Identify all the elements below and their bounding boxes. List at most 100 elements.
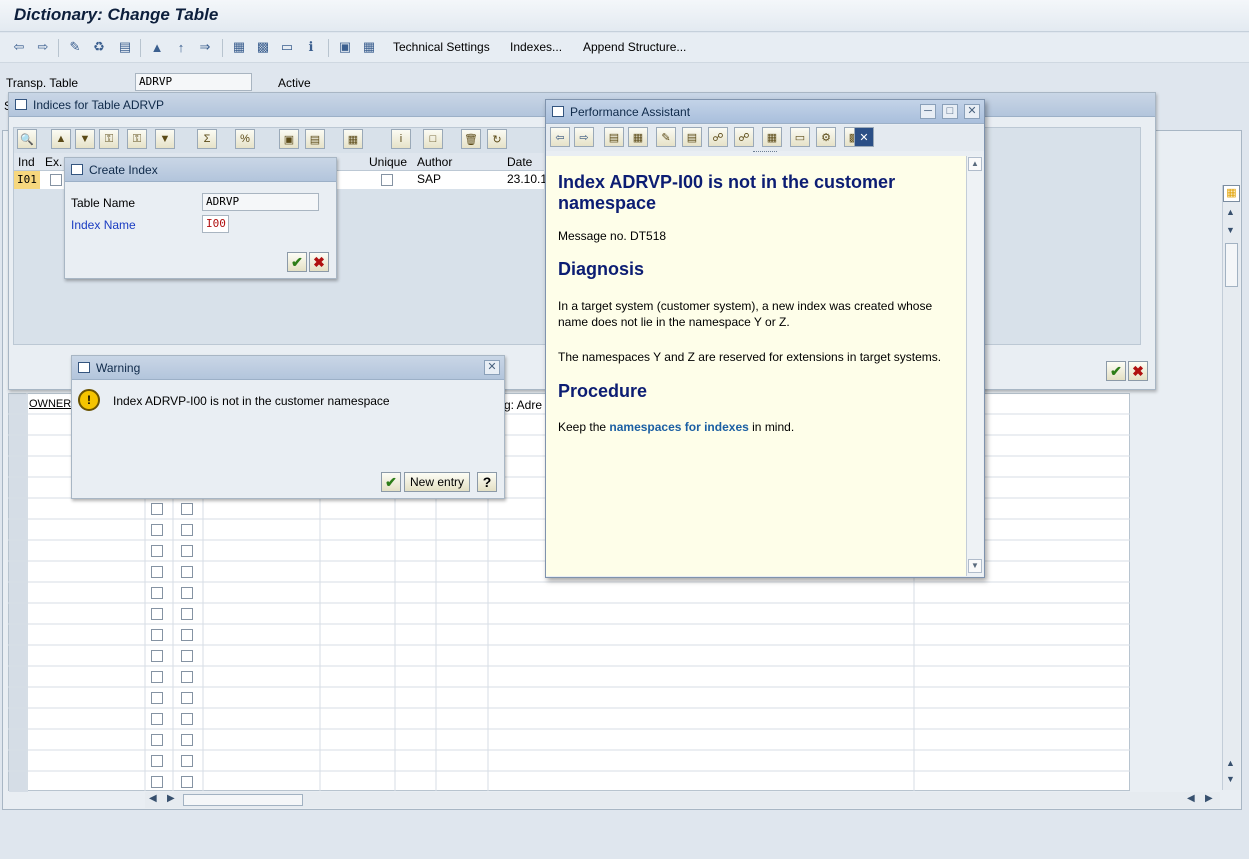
grid-checkbox[interactable] [151, 755, 163, 767]
grid-checkbox[interactable] [151, 608, 163, 620]
index-name-input[interactable]: I00 [202, 215, 229, 233]
grid-checkbox[interactable] [181, 692, 193, 704]
refresh-icon[interactable]: ↻ [487, 129, 507, 149]
activate-icon[interactable]: ▲ [148, 38, 166, 56]
grid-checkbox[interactable] [181, 755, 193, 767]
layout-icon[interactable]: ▦ [343, 129, 363, 149]
grid-checkbox[interactable] [151, 692, 163, 704]
fields-vertical-scrollbar[interactable]: ▦ ▲ ▼ ▲ ▼ [1222, 185, 1240, 790]
grid-checkbox[interactable] [151, 503, 163, 515]
pa-back-icon[interactable]: ⇦ [550, 127, 570, 147]
grid-checkbox[interactable] [151, 524, 163, 536]
pa-edit-icon[interactable]: ✎ [656, 127, 676, 147]
find-icon[interactable]: ⚿ [99, 129, 119, 149]
where-used-icon[interactable]: ↑ [172, 38, 190, 56]
pa-vertical-scrollbar[interactable]: ▲ ▼ [966, 156, 983, 576]
grid-checkbox[interactable] [181, 713, 193, 725]
details-icon[interactable]: 🔍 [17, 129, 37, 149]
scroll-down-bottom-icon[interactable]: ▼ [1226, 774, 1235, 784]
grid-checkbox[interactable] [181, 587, 193, 599]
subtotal-icon[interactable]: % [235, 129, 255, 149]
minimize-button[interactable]: ─ [920, 104, 936, 119]
scroll-thumb[interactable] [1225, 243, 1238, 287]
indexes-button[interactable]: Indexes... [510, 40, 562, 54]
grid-checkbox[interactable] [151, 734, 163, 746]
append-structure-button[interactable]: Append Structure... [583, 40, 686, 54]
column-config-icon[interactable]: ▦ [1223, 185, 1240, 202]
maximize-button[interactable]: □ [942, 104, 958, 119]
grid-checkbox[interactable] [181, 650, 193, 662]
display-change-icon[interactable]: ✎ [66, 38, 84, 56]
create-icon[interactable]: □ [423, 129, 443, 149]
scroll-up-icon[interactable]: ▲ [1226, 207, 1235, 217]
scroll-left-end-icon[interactable]: ◀ [1187, 793, 1195, 804]
grid-checkbox[interactable] [151, 566, 163, 578]
delete-icon[interactable]: 🗑 [461, 129, 481, 149]
pa-book-icon[interactable]: ▤ [604, 127, 624, 147]
fields-horizontal-scrollbar[interactable]: ◀ ▶ ◀ ▶ [145, 792, 1220, 808]
pa-scroll-up-icon[interactable]: ▲ [968, 157, 982, 171]
scroll-up-bottom-icon[interactable]: ▲ [1226, 758, 1235, 768]
grid-checkbox[interactable] [151, 587, 163, 599]
help-button[interactable]: ? [477, 472, 497, 492]
scroll-right-icon[interactable]: ▶ [167, 793, 175, 804]
grid-checkbox[interactable] [181, 629, 193, 641]
filter-icon[interactable]: ▼ [155, 129, 175, 149]
technical-settings-button[interactable]: Technical Settings [393, 40, 490, 54]
sum-icon[interactable]: Σ [197, 129, 217, 149]
grid-checkbox[interactable] [181, 734, 193, 746]
pa-splitter-handle[interactable] [753, 151, 777, 155]
scroll-left-icon[interactable]: ◀ [149, 793, 157, 804]
create-index-cancel-button[interactable]: ✖ [309, 252, 329, 272]
unique-checkbox[interactable] [381, 174, 393, 186]
pa-exit-icon[interactable]: ✕ [854, 127, 874, 147]
dialog-menu-icon[interactable] [71, 164, 83, 175]
sort-descending-icon[interactable]: ▼ [75, 129, 95, 149]
pa-settings-icon[interactable]: ⚙ [816, 127, 836, 147]
grid-checkbox[interactable] [151, 776, 163, 788]
new-entry-button[interactable]: New entry [404, 472, 471, 492]
print-preview-icon[interactable]: ▣ [279, 129, 299, 149]
info-icon[interactable]: ℹ [302, 38, 320, 56]
dialog-menu-icon[interactable] [15, 99, 27, 110]
create-index-ok-button[interactable]: ✔ [287, 252, 307, 272]
warning-close-button[interactable]: ✕ [484, 360, 500, 375]
horizontal-scroll-thumb[interactable] [183, 794, 303, 806]
namespaces-for-indexes-link[interactable]: namespaces for indexes [609, 420, 748, 434]
display-object-list-icon[interactable]: ▭ [278, 38, 296, 56]
grid-checkbox[interactable] [151, 713, 163, 725]
grid-checkbox[interactable] [181, 545, 193, 557]
pa-frame-icon[interactable]: ▭ [790, 127, 810, 147]
grid-checkbox[interactable] [151, 650, 163, 662]
export-icon[interactable]: ▤ [305, 129, 325, 149]
pa-notes-icon[interactable]: ▤ [682, 127, 702, 147]
dialog-menu-icon[interactable] [78, 362, 90, 373]
grid-checkbox[interactable] [151, 629, 163, 641]
grid-checkbox[interactable] [181, 524, 193, 536]
grid-checkbox[interactable] [151, 671, 163, 683]
scroll-right-end-icon[interactable]: ▶ [1205, 793, 1213, 804]
grid-checkbox[interactable] [181, 671, 193, 683]
grid-checkbox[interactable] [181, 503, 193, 515]
extension-checkbox[interactable] [50, 174, 62, 186]
grid-checkbox[interactable] [181, 776, 193, 788]
dialog-menu-icon[interactable] [552, 106, 564, 117]
navigate-icon[interactable]: ⇒ [196, 38, 214, 56]
pa-table-icon[interactable]: ▦ [762, 127, 782, 147]
scroll-down-icon[interactable]: ▼ [1226, 225, 1235, 235]
index-id-cell[interactable]: I01 [14, 171, 40, 189]
other-object-icon[interactable]: ♻ [90, 38, 108, 56]
structure-icon[interactable]: ▣ [336, 38, 354, 56]
indices-cancel-button[interactable]: ✖ [1128, 361, 1148, 381]
find-next-icon[interactable]: ⚿ [127, 129, 147, 149]
info-icon[interactable]: i [391, 129, 411, 149]
forward-arrow-icon[interactable]: ⇨ [34, 38, 52, 56]
warning-ok-button[interactable]: ✔ [381, 472, 401, 492]
pa-close-button[interactable]: ✕ [964, 104, 980, 119]
pa-scroll-down-icon[interactable]: ▼ [968, 559, 982, 573]
table-icon[interactable]: ▦ [360, 38, 378, 56]
pa-link-icon[interactable]: ☍ [708, 127, 728, 147]
sort-ascending-icon[interactable]: ▲ [51, 129, 71, 149]
grid-checkbox[interactable] [151, 545, 163, 557]
pa-search-icon[interactable]: ☍ [734, 127, 754, 147]
